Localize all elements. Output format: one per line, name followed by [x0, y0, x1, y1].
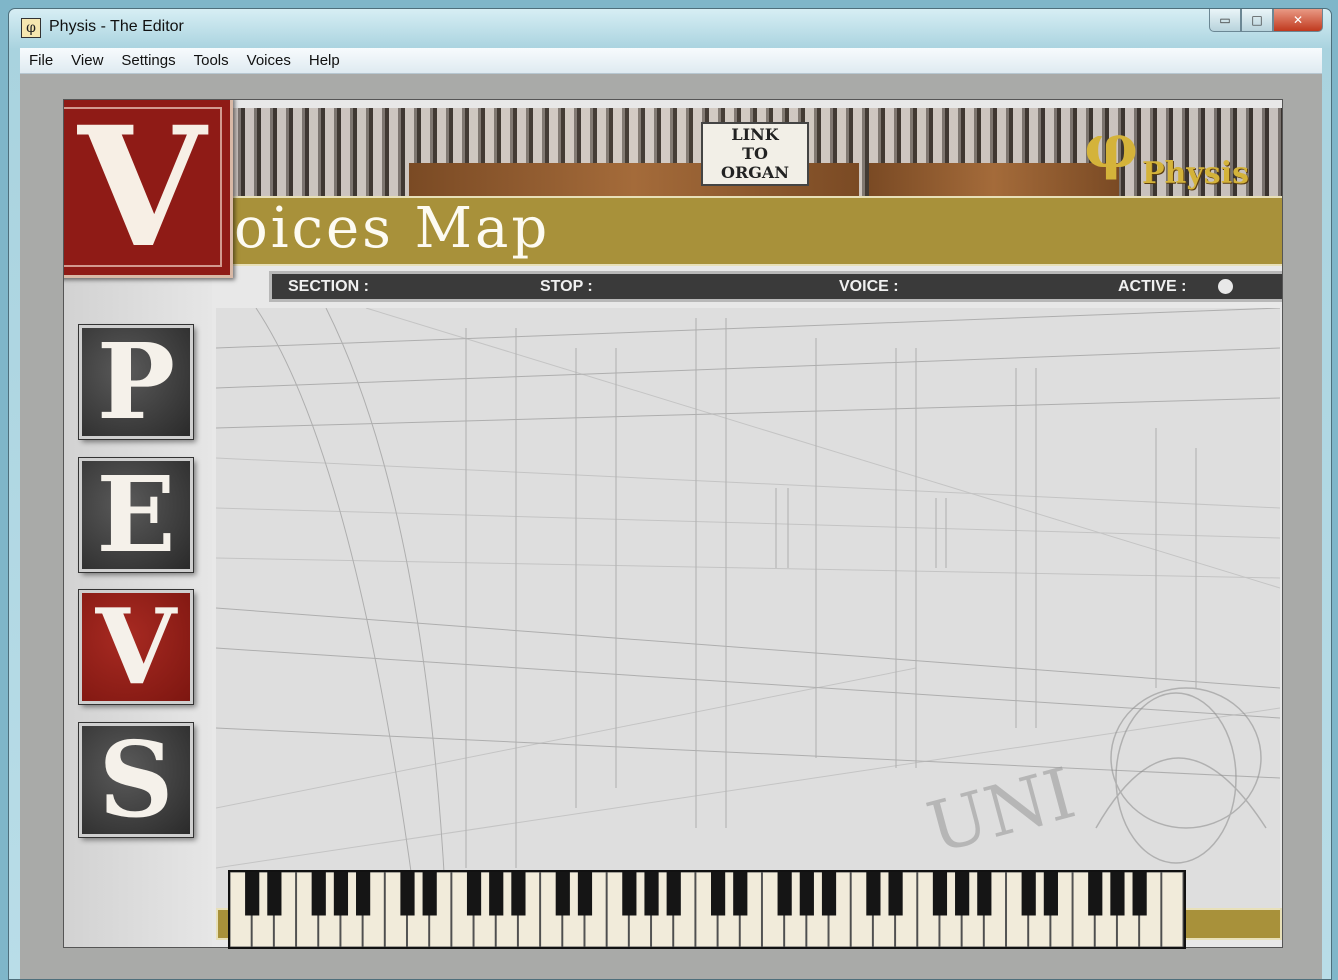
black-key[interactable] — [1132, 872, 1147, 916]
minimize-button[interactable]: ▭ — [1209, 9, 1241, 32]
side-button-letter: V — [95, 590, 177, 704]
link-label-line3: ORGAN — [721, 163, 789, 182]
menu-help[interactable]: Help — [300, 52, 349, 69]
black-key[interactable] — [400, 872, 415, 916]
black-key[interactable] — [955, 872, 970, 916]
black-key[interactable] — [799, 872, 814, 916]
close-button[interactable]: ✕ — [1273, 9, 1323, 32]
phi-logo-icon: φ — [1084, 112, 1139, 182]
black-key[interactable] — [466, 872, 482, 916]
app-window: φ Physis - The Editor ▭ □ ✕ File View Se… — [8, 8, 1332, 980]
black-key[interactable] — [333, 872, 349, 916]
side-button-p[interactable]: P — [78, 324, 194, 440]
black-key[interactable] — [1110, 872, 1125, 916]
link-label-line2: TO — [742, 144, 768, 163]
title-initial-letter: V — [77, 99, 207, 278]
white-key[interactable] — [1161, 872, 1184, 947]
menu-file[interactable]: File — [20, 52, 62, 69]
black-key[interactable] — [733, 872, 748, 916]
side-button-letter: P — [96, 325, 176, 439]
menu-settings[interactable]: Settings — [112, 52, 184, 69]
black-key[interactable] — [666, 872, 681, 916]
organ-case-right — [869, 163, 1119, 196]
sketch-background: UNI — [216, 308, 1280, 908]
black-key[interactable] — [1043, 872, 1058, 916]
side-button-v[interactable]: V — [78, 589, 194, 705]
stop-label: STOP : — [540, 278, 593, 295]
section-label: SECTION : — [288, 278, 369, 295]
physis-logo: φ Physis — [1084, 112, 1274, 194]
side-button-e[interactable]: E — [78, 457, 194, 573]
page-title: oices Map — [234, 196, 551, 261]
logo-text: Physis — [1142, 156, 1249, 191]
window-title: Physis - The Editor — [49, 18, 184, 35]
black-key[interactable] — [932, 872, 948, 916]
side-button-letter: S — [98, 723, 174, 837]
active-label: ACTIVE : — [1118, 278, 1187, 295]
black-key[interactable] — [866, 872, 881, 916]
title-bar[interactable]: φ Physis - The Editor ▭ □ ✕ — [9, 9, 1331, 47]
black-key[interactable] — [511, 872, 526, 916]
menu-bar: File View Settings Tools Voices Help — [20, 48, 1322, 74]
menu-view[interactable]: View — [62, 52, 112, 69]
menu-voices[interactable]: Voices — [238, 52, 300, 69]
black-key[interactable] — [311, 872, 326, 916]
black-key[interactable] — [1021, 872, 1036, 916]
side-button-s[interactable]: S — [78, 722, 194, 838]
link-label-line1: LINK — [731, 125, 779, 144]
piano-keyboard[interactable] — [228, 870, 1186, 949]
black-key[interactable] — [644, 872, 659, 916]
black-key[interactable] — [977, 872, 992, 916]
app-icon: φ — [21, 18, 41, 38]
black-key[interactable] — [267, 872, 282, 916]
black-key[interactable] — [245, 872, 260, 916]
black-key[interactable] — [577, 872, 593, 916]
black-key[interactable] — [888, 872, 903, 916]
organ-banner: LINK TO ORGAN φ Physis — [229, 108, 1282, 196]
black-key[interactable] — [710, 872, 726, 916]
black-key[interactable] — [1088, 872, 1103, 916]
menu-tools[interactable]: Tools — [185, 52, 238, 69]
black-key[interactable] — [821, 872, 837, 916]
voice-label: VOICE : — [839, 278, 899, 295]
black-key[interactable] — [555, 872, 570, 916]
black-key[interactable] — [622, 872, 637, 916]
black-key[interactable] — [489, 872, 504, 916]
active-indicator[interactable] — [1218, 279, 1233, 294]
info-bar: SECTION : STOP : VOICE : ACTIVE : — [269, 271, 1282, 302]
client-area: UNI LINK TO ORGAN φ Physis oices Map V S… — [20, 74, 1322, 979]
link-to-organ-button[interactable]: LINK TO ORGAN — [701, 122, 809, 186]
black-key[interactable] — [777, 872, 792, 916]
side-button-letter: E — [96, 458, 176, 572]
voices-title-initial: V — [64, 99, 233, 278]
editor-canvas: UNI LINK TO ORGAN φ Physis oices Map V S… — [63, 99, 1283, 948]
maximize-button[interactable]: □ — [1241, 9, 1273, 32]
black-key[interactable] — [356, 872, 371, 916]
black-key[interactable] — [422, 872, 437, 916]
